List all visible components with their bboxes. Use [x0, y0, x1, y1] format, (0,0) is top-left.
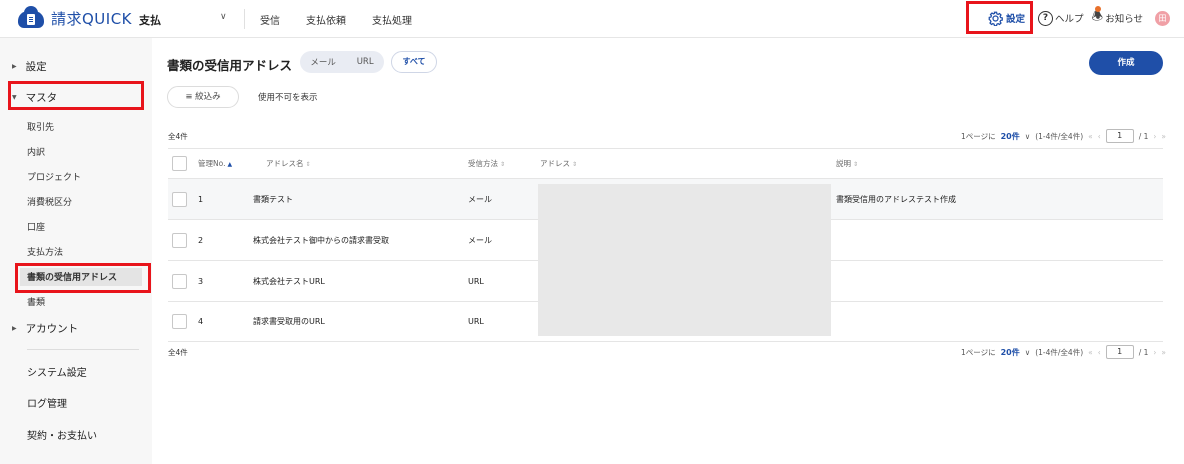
- row-id: 3: [198, 276, 204, 286]
- filter-pill-email[interactable]: メール: [310, 56, 336, 68]
- sidebar-item-account[interactable]: ▶ アカウント: [12, 321, 164, 336]
- row-id: 2: [198, 235, 204, 245]
- total-count-bottom: 全4件: [168, 348, 188, 357]
- nav-payment-request[interactable]: 支払依頼: [306, 12, 346, 27]
- select-all-checkbox[interactable]: [172, 156, 187, 171]
- next-page-icon[interactable]: ›: [1153, 132, 1156, 141]
- pager-range: (1-4件/全4件): [1035, 347, 1084, 357]
- help-label: ヘルプ: [1055, 14, 1084, 25]
- pagination-top: 1ページに 20件 ∨ (1-4件/全4件) « ‹ 1 / 1 › »: [961, 129, 1166, 143]
- row-name[interactable]: 請求書受取用のURL: [253, 316, 325, 327]
- row-method: メール: [468, 235, 492, 245]
- caret-right-icon: ▶: [12, 325, 17, 332]
- show-unusable-toggle[interactable]: 使用不可を表示: [258, 91, 318, 103]
- row-method: URL: [468, 317, 484, 326]
- settings-label: 設定: [1006, 14, 1026, 25]
- chevron-down-icon[interactable]: ∨: [1025, 348, 1031, 357]
- gear-icon: [988, 11, 1003, 26]
- chevron-down-icon[interactable]: ∨: [1025, 132, 1031, 141]
- module-selector-label[interactable]: 支払: [139, 12, 161, 28]
- settings-button[interactable]: 設定: [983, 8, 1030, 29]
- row-checkbox[interactable]: [172, 232, 187, 248]
- notification-dot: [1094, 6, 1101, 12]
- row-method: メール: [468, 194, 492, 204]
- col-header-name[interactable]: アドレス名 ⇕: [266, 158, 311, 169]
- per-page-select[interactable]: 20件: [1001, 131, 1020, 142]
- col-header-method[interactable]: 受信方法 ⇕: [468, 158, 505, 169]
- create-button[interactable]: 作成: [1089, 51, 1163, 75]
- row-checkbox[interactable]: [172, 273, 187, 289]
- main-content: 書類の受信用アドレス メール URL すべて 作成 ≡ 絞込み 使用不可を表示 …: [152, 38, 1184, 464]
- last-page-icon[interactable]: »: [1161, 348, 1166, 357]
- first-page-icon[interactable]: «: [1088, 132, 1093, 141]
- sidebar-divider: [27, 349, 139, 350]
- notice-label: お知らせ: [1105, 14, 1143, 25]
- sort-up-icon: ▲: [227, 161, 233, 168]
- nav-receive[interactable]: 受信: [260, 12, 280, 27]
- pagination-bottom: 1ページに 20件 ∨ (1-4件/全4件) « ‹ 1 / 1 › »: [961, 345, 1166, 359]
- receive-method-filter: メール URL: [300, 51, 384, 73]
- sidebar: ▶ 設定 ▼ マスタ 取引先 内訳 プロジェクト 消費税区分 口座 支払方法 書…: [0, 38, 152, 464]
- filter-lines-icon: ≡: [185, 92, 193, 102]
- sort-icon: ⇕: [500, 161, 506, 168]
- app-logo[interactable]: 請求QUICK: [18, 5, 133, 29]
- sidebar-item-settings[interactable]: ▶ 設定: [12, 59, 164, 74]
- per-page-select[interactable]: 20件: [1001, 347, 1020, 358]
- last-page-icon[interactable]: »: [1161, 132, 1166, 141]
- row-name[interactable]: 株式会社テストURL: [253, 276, 325, 287]
- app-header: 請求QUICK 支払 ∨ 受信 支払依頼 支払処理 設定 ? ヘルプ 🕭 お知ら…: [0, 0, 1184, 38]
- caret-right-icon: ▶: [12, 63, 17, 70]
- help-button[interactable]: ? ヘルプ: [1038, 10, 1084, 26]
- total-pages: / 1: [1138, 347, 1149, 357]
- bell-icon: 🕭: [1092, 6, 1103, 29]
- col-header-address[interactable]: アドレス ⇕: [540, 158, 577, 169]
- cloud-document-icon: [18, 5, 44, 29]
- next-page-icon[interactable]: ›: [1153, 348, 1156, 357]
- avatar[interactable]: 田: [1155, 10, 1170, 26]
- row-method: URL: [468, 276, 484, 286]
- sort-icon: ⇕: [305, 161, 311, 168]
- total-pages: / 1: [1138, 131, 1149, 141]
- pager-range: (1-4件/全4件): [1035, 131, 1084, 141]
- sidebar-item-label: アカウント: [25, 323, 79, 335]
- sidebar-item-label: 設定: [25, 61, 47, 73]
- page-title: 書類の受信用アドレス: [167, 58, 293, 73]
- per-page-prefix: 1ページに: [960, 347, 996, 357]
- col-header-description[interactable]: 説明 ⇕: [836, 158, 858, 169]
- question-circle-icon: ?: [1038, 10, 1054, 26]
- redacted-address-area: [538, 184, 831, 336]
- table-header-row: 管理No. ▲ アドレス名 ⇕ 受信方法 ⇕ アドレス ⇕ 説明 ⇕: [168, 148, 1163, 178]
- sidebar-item-master[interactable]: ▼ マスタ: [12, 90, 164, 105]
- total-count: 全4件: [168, 132, 188, 141]
- row-name[interactable]: 書類テスト: [253, 194, 293, 205]
- main-nav: 受信 支払依頼 支払処理: [260, 12, 412, 27]
- chevron-down-icon[interactable]: ∨: [220, 12, 227, 22]
- header-actions: 設定 ? ヘルプ 🕭 お知らせ 田: [983, 6, 1170, 29]
- filter-button[interactable]: ≡ 絞込み: [167, 86, 239, 108]
- notifications-button[interactable]: 🕭 お知らせ: [1092, 6, 1143, 29]
- page-number-input[interactable]: 1: [1105, 129, 1134, 143]
- caret-down-icon: ▼: [12, 94, 17, 101]
- prev-page-icon[interactable]: ‹: [1098, 132, 1101, 141]
- app-name: 請求QUICK: [51, 10, 133, 28]
- row-name[interactable]: 株式会社テスト御中からの請求書受取: [253, 235, 389, 246]
- sidebar-item-label: マスタ: [25, 92, 58, 104]
- row-description: 書類受信用のアドレステスト作成: [836, 194, 956, 204]
- page-number-input[interactable]: 1: [1105, 345, 1134, 359]
- prev-page-icon[interactable]: ‹: [1098, 348, 1101, 357]
- col-header-id[interactable]: 管理No. ▲: [198, 158, 232, 169]
- row-id: 4: [198, 317, 204, 326]
- per-page-prefix: 1ページに: [960, 131, 996, 141]
- row-checkbox[interactable]: [172, 314, 187, 329]
- nav-payment-processing[interactable]: 支払処理: [372, 12, 412, 27]
- header-divider: [244, 9, 245, 29]
- filter-pill-all[interactable]: すべて: [391, 51, 437, 73]
- filter-button-label: 絞込み: [195, 92, 221, 102]
- sort-icon: ⇕: [853, 161, 859, 168]
- first-page-icon[interactable]: «: [1088, 348, 1093, 357]
- sort-icon: ⇕: [572, 161, 578, 168]
- row-id: 1: [198, 194, 204, 204]
- row-checkbox[interactable]: [172, 191, 187, 207]
- filter-pill-url[interactable]: URL: [357, 57, 374, 67]
